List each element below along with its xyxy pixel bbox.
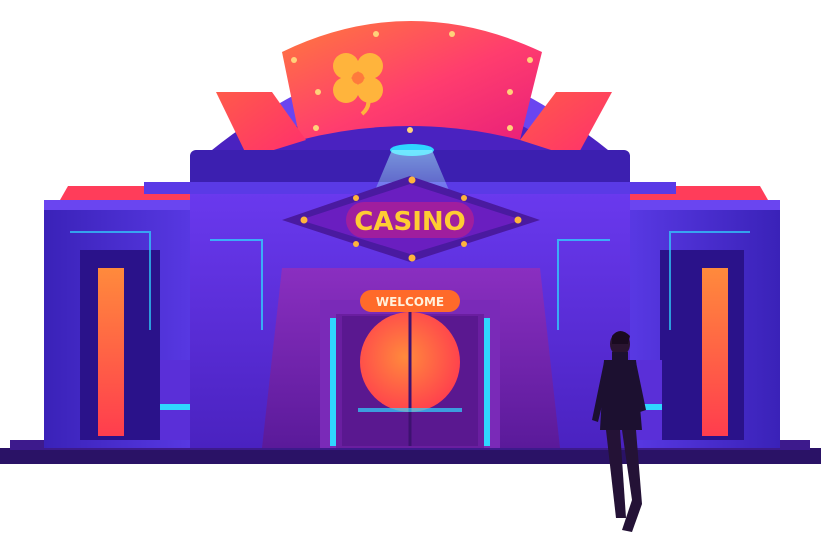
- left-neon-bar: [98, 268, 124, 436]
- crown: [200, 21, 620, 160]
- casino-scene: WELCOME CASINO: [0, 21, 821, 532]
- welcome-text: WELCOME: [376, 295, 444, 309]
- welcome-sign: WELCOME: [360, 290, 460, 312]
- crown-panel: [282, 21, 542, 140]
- right-neon-bar: [702, 268, 728, 436]
- casino-sign-text: CASINO: [354, 207, 465, 237]
- ground-strip: [0, 448, 821, 464]
